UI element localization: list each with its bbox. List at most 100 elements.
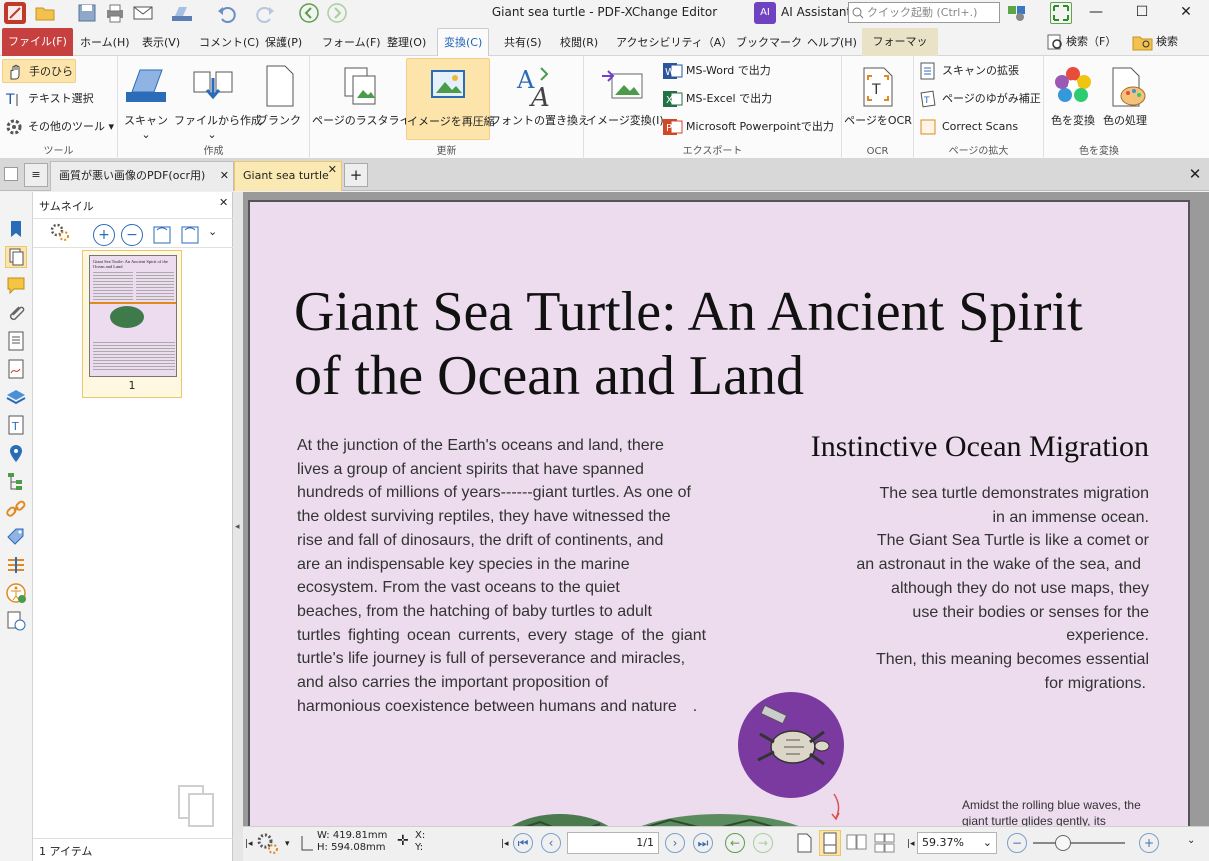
menu-accessibility[interactable]: アクセシビリティ（A） [610,30,738,56]
close-button[interactable]: ✕ [1163,0,1209,24]
accessibility-icon[interactable] [5,582,27,604]
fullscreen-icon[interactable] [1050,2,1072,24]
zoom-in-button[interactable]: + [1139,833,1159,853]
menu-file[interactable]: ファイル(F) [2,28,73,56]
page-number-input[interactable]: 1/1 [567,832,659,854]
comments-icon[interactable] [5,274,27,296]
zoom-out-thumbnails-icon[interactable]: − [121,224,143,246]
menu-organize[interactable]: 整理(O) [381,30,432,56]
structure-tree-icon[interactable] [5,470,27,492]
pane-splitter[interactable]: ◂ [233,192,243,861]
next-page-button[interactable]: › [665,833,685,853]
search-f-button[interactable]: 検索（F） [1044,30,1116,54]
redo-icon[interactable] [254,2,276,24]
continuous-page-icon[interactable] [819,830,841,856]
page-ocr-button[interactable]: T ページをOCR [844,58,912,140]
location-pin-icon[interactable] [5,442,27,464]
image-convert-button[interactable]: イメージ変換(I) [586,58,664,140]
search-button[interactable]: 検索 [1130,30,1178,54]
thumbnail-page-1[interactable]: Giant Sea Turtle: An Ancient Spirit of t… [82,250,182,398]
open-folder-icon[interactable] [34,2,56,24]
previous-page-button[interactable]: ‹ [541,833,561,853]
color-convert-button[interactable]: 色を変換 [1046,58,1100,140]
last-page-button[interactable]: ⏭ [693,833,713,853]
layers-icon[interactable] [5,386,27,408]
recompress-image-button[interactable]: イメージを再圧縮 [406,58,495,140]
minimize-button[interactable]: — [1073,0,1119,24]
menu-protect[interactable]: 保護(P) [259,30,308,56]
scanner-icon[interactable] [170,2,192,24]
menu-review[interactable]: 校閲(R) [554,30,604,56]
text-select-button[interactable]: T テキスト選択 [2,87,102,111]
tab-options-icon[interactable] [4,167,18,181]
menu-convert[interactable]: 変換(C) [437,28,490,57]
other-tools-button[interactable]: その他のツール ▾ [2,115,116,139]
first-page-button[interactable]: ⏮ [513,833,533,853]
collapse-left-icon[interactable]: |◂ [501,839,509,849]
hand-tool-button[interactable]: 手のひら [2,59,76,83]
more-options-icon[interactable]: ⌄ [208,225,217,238]
link-icon[interactable] [5,498,27,520]
menu-help[interactable]: ヘルプ(H) [801,30,863,56]
signature-icon[interactable] [5,358,27,380]
collapse-left-icon[interactable]: |◂ [907,839,915,849]
close-tab-icon[interactable]: ✕ [220,162,229,190]
maximize-button[interactable]: ☐ [1119,0,1165,24]
scan-button[interactable]: スキャン ⌄ [120,58,172,141]
previous-view-button[interactable]: ← [725,833,745,853]
menu-comment[interactable]: コメント(C) [193,30,265,56]
bookmark-icon[interactable] [5,218,27,240]
reading-order-icon[interactable] [5,610,27,632]
blank-button[interactable]: ブランク [252,58,306,140]
rasterize-button[interactable]: ページのラスタライズ [312,58,421,140]
collapse-arrow-icon[interactable]: ◂ [235,522,240,532]
save-icon[interactable] [76,2,98,24]
zoom-slider-track[interactable] [1033,842,1125,844]
menu-home[interactable]: ホーム(H) [74,30,136,56]
font-replace-button[interactable]: AA フォントの置き換え [490,58,589,140]
deskew-button[interactable]: T ページのゆがみ補正 [916,87,1042,111]
tag-icon[interactable] [5,526,27,548]
close-tab-icon[interactable]: ✕ [328,156,337,184]
attachment-icon[interactable] [5,302,27,324]
tab-document-1[interactable]: 画質が悪い画像のPDF(ocr用) ✕ [50,161,234,191]
expand-down-icon[interactable]: ⌄ [1187,835,1195,846]
export-ppt-button[interactable]: P Microsoft Powerpointで出力 [660,115,840,139]
export-word-button[interactable]: W MS-Word で出力 [660,59,780,83]
menu-bookmark[interactable]: ブックマーク [730,30,808,56]
menu-form[interactable]: フォーム(F) [316,30,387,56]
nav-back-icon[interactable] [298,2,320,24]
undo-icon[interactable] [216,2,238,24]
single-page-icon[interactable] [795,832,813,857]
zoom-in-thumbnails-icon[interactable]: + [93,224,115,246]
tab-menu-icon[interactable]: ≡ [24,163,48,187]
ai-assistant-icon[interactable]: AI [754,2,776,24]
compare-icon[interactable] [5,554,27,576]
settings-icon[interactable] [1006,2,1028,24]
continuous-facing-icon[interactable] [873,832,897,857]
tab-document-2[interactable]: Giant sea turtle ✕ [234,161,342,191]
thumbnail-options-icon[interactable] [49,222,75,247]
nav-forward-icon[interactable] [326,2,348,24]
scan-expand-button[interactable]: スキャンの拡張 [916,59,1042,83]
facing-pages-icon[interactable] [845,832,869,857]
zoom-out-button[interactable]: − [1007,833,1027,853]
print-icon[interactable] [104,2,126,24]
status-options-icon[interactable] [255,831,283,860]
close-pane-icon[interactable]: ✕ [219,196,228,209]
next-view-button[interactable]: → [753,833,773,853]
quick-search-input[interactable]: クイック起動 (Ctrl+.) [848,2,1000,23]
collapse-left-icon[interactable]: |◂ [245,839,253,849]
color-process-button[interactable]: 色の処理 [1100,58,1150,140]
ai-assistant-label[interactable]: AI Assistant [781,5,851,19]
add-tab-button[interactable]: + [344,163,368,187]
app-logo-icon[interactable] [4,2,26,24]
zoom-slider-thumb[interactable] [1055,835,1071,851]
email-icon[interactable] [132,2,154,24]
chevron-down-icon[interactable]: ▾ [285,839,290,849]
document-properties-icon[interactable] [5,330,27,352]
export-excel-button[interactable]: X MS-Excel で出力 [660,87,780,111]
close-all-tabs-button[interactable]: ✕ [1184,163,1206,185]
thumbnails-icon[interactable] [5,246,27,268]
correct-scans-button[interactable]: Correct Scans [916,115,1042,139]
